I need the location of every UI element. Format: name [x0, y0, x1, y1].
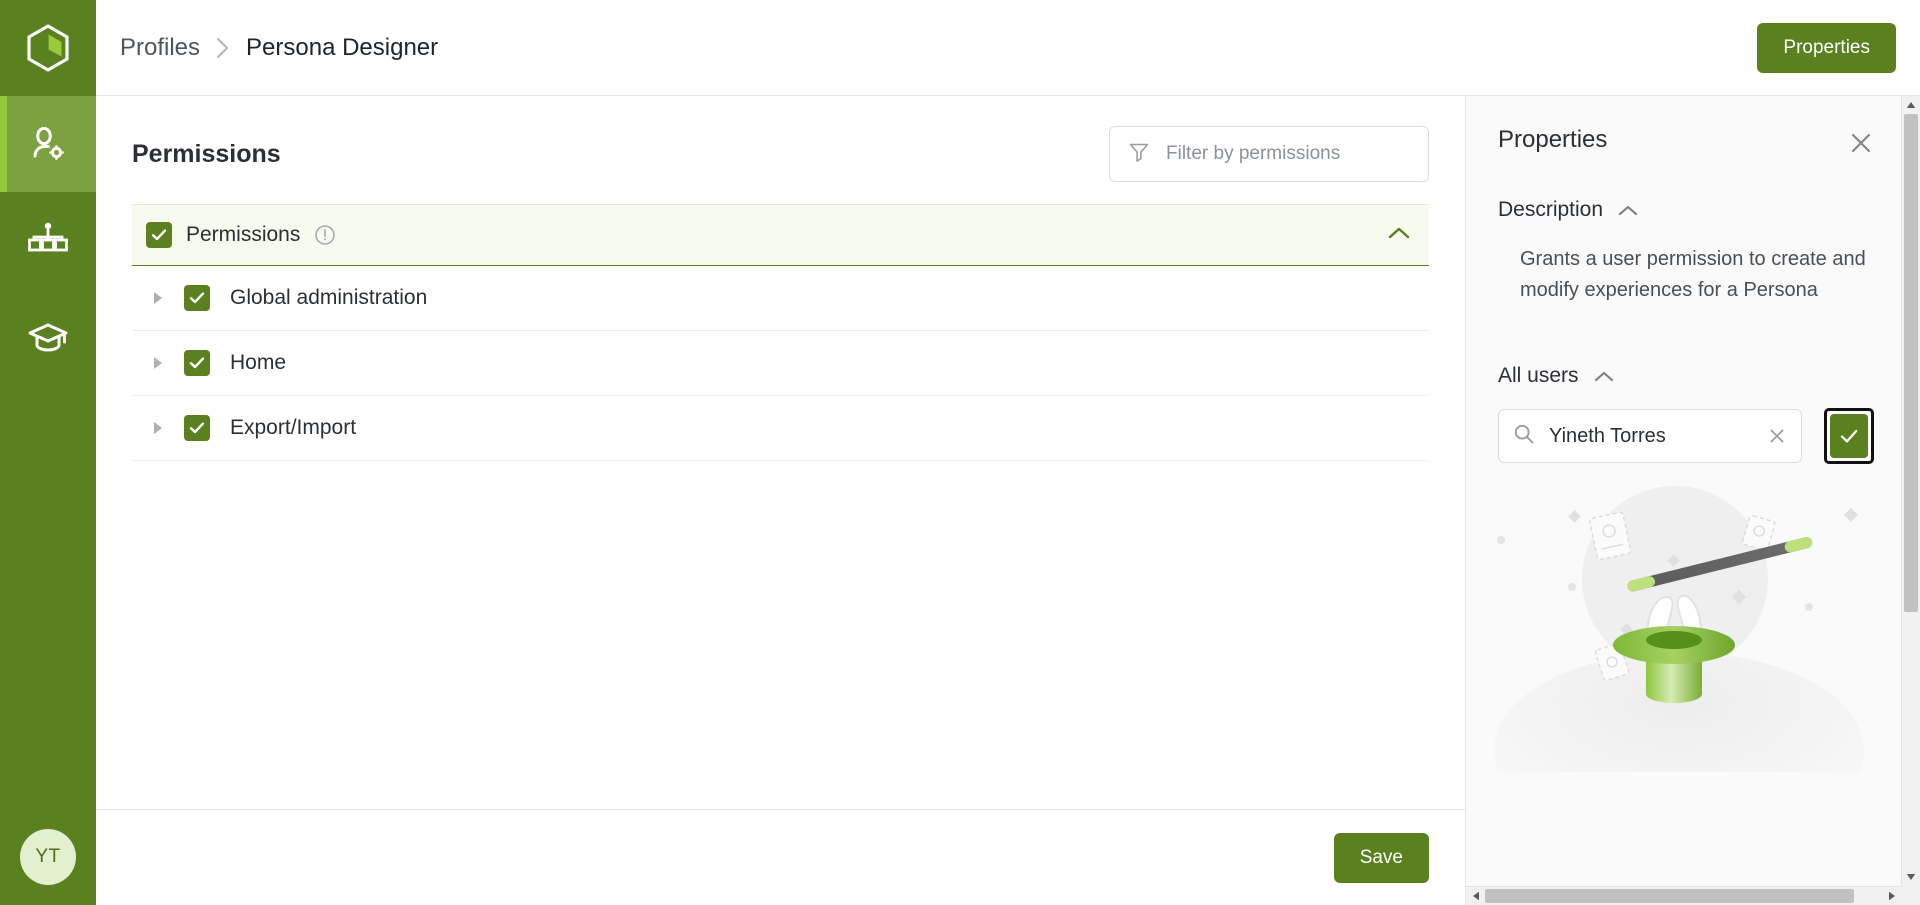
vertical-scroll-thumb[interactable]: [1904, 114, 1918, 612]
magic-hat-illustration: [1494, 482, 1894, 848]
close-icon[interactable]: [1848, 126, 1874, 156]
scroll-right-arrow-icon[interactable]: [1882, 891, 1901, 901]
properties-vertical-scrollbar[interactable]: [1901, 96, 1920, 886]
avatar[interactable]: YT: [20, 829, 76, 885]
properties-panel-title: Properties: [1498, 126, 1608, 153]
row-label: Global administration: [230, 286, 428, 309]
row-checkbox[interactable]: [184, 415, 210, 441]
chevron-up-icon[interactable]: [1593, 369, 1615, 383]
permissions-pane: Permissions Filter by permissions Permis…: [96, 96, 1465, 905]
all-users-section-header[interactable]: All users: [1498, 364, 1874, 388]
expand-caret-icon[interactable]: [154, 357, 162, 369]
hierarchy-icon: [28, 222, 68, 252]
search-icon: [1513, 423, 1535, 450]
breadcrumb-current: Persona Designer: [246, 33, 439, 61]
permissions-footer: Save: [96, 809, 1465, 905]
properties-panel: Properties Description Grants a user per…: [1465, 96, 1920, 905]
vertical-scroll-track[interactable]: [1902, 114, 1920, 868]
sidebar-item-learning[interactable]: [0, 288, 96, 384]
scroll-down-arrow-icon[interactable]: [1906, 868, 1916, 886]
permissions-group-row[interactable]: Permissions: [132, 204, 1429, 266]
permissions-tree: Permissions Global administration Home E…: [96, 204, 1465, 461]
filter-funnel-icon: [1128, 141, 1150, 168]
confirm-user-button[interactable]: [1823, 408, 1874, 464]
description-heading: Description: [1498, 198, 1604, 221]
breadcrumb: Profiles Persona Designer: [120, 34, 438, 62]
properties-button[interactable]: Properties: [1757, 22, 1896, 73]
exclamation-circle-icon[interactable]: [314, 224, 336, 246]
table-row[interactable]: Home: [132, 331, 1429, 396]
check-icon: [1829, 414, 1868, 458]
main-column: Profiles Persona Designer Properties Per…: [96, 0, 1920, 905]
horizontal-scroll-thumb[interactable]: [1485, 889, 1855, 903]
row-label: Export/Import: [230, 416, 357, 439]
all-users-heading: All users: [1498, 364, 1579, 387]
properties-header: Properties: [1498, 126, 1874, 156]
row-label: Home: [230, 351, 287, 374]
filter-permissions-input[interactable]: Filter by permissions: [1109, 126, 1429, 182]
expand-caret-icon[interactable]: [154, 422, 162, 434]
permissions-header: Permissions Filter by permissions: [96, 96, 1465, 204]
description-section-header[interactable]: Description: [1498, 198, 1874, 222]
scrollbar-corner: [1901, 886, 1920, 905]
group-checkbox[interactable]: [146, 222, 172, 248]
user-search-value: Yineth Torres: [1549, 424, 1666, 447]
graduation-cap-icon: [28, 323, 68, 352]
table-row[interactable]: Export/Import: [132, 396, 1429, 461]
chevron-right-icon: [216, 37, 230, 59]
app-root: YT Profiles Persona Designer Properties …: [0, 0, 1920, 905]
page-title: Permissions: [132, 139, 281, 168]
horizontal-scroll-track[interactable]: [1485, 887, 1882, 905]
scroll-up-arrow-icon[interactable]: [1906, 96, 1916, 114]
group-collapse-chevron-up-icon[interactable]: [1387, 225, 1411, 246]
group-label: Permissions: [186, 223, 301, 246]
expand-caret-icon[interactable]: [154, 292, 162, 304]
top-bar: Profiles Persona Designer Properties: [96, 0, 1920, 96]
description-text: Grants a user permission to create and m…: [1520, 248, 1866, 301]
permissions-row-list: Global administration Home Export/Import: [132, 266, 1429, 461]
filter-placeholder-text: Filter by permissions: [1166, 143, 1341, 164]
left-sidebar: YT: [0, 0, 96, 905]
table-row[interactable]: Global administration: [132, 266, 1429, 331]
content-area: Permissions Filter by permissions Permis…: [96, 96, 1920, 905]
all-users-section: All users Yineth Torres: [1494, 364, 1874, 848]
app-logo[interactable]: [0, 0, 96, 96]
row-checkbox[interactable]: [184, 350, 210, 376]
properties-scroll-area: Properties Description Grants a user per…: [1466, 96, 1920, 905]
app-logo-icon: [27, 24, 69, 72]
sidebar-item-org-structure[interactable]: [0, 192, 96, 288]
sidebar-avatar-cell: YT: [0, 809, 96, 905]
save-button[interactable]: Save: [1333, 832, 1429, 883]
user-search-row: Yineth Torres: [1498, 408, 1874, 464]
user-search-input[interactable]: Yineth Torres: [1498, 409, 1802, 463]
chevron-up-icon[interactable]: [1617, 203, 1639, 217]
row-checkbox[interactable]: [184, 285, 210, 311]
permissions-empty-space: [96, 461, 1465, 809]
user-settings-icon: [33, 126, 64, 160]
scroll-left-arrow-icon[interactable]: [1466, 891, 1485, 901]
clear-search-icon[interactable]: [1767, 426, 1787, 446]
sidebar-item-users-permissions[interactable]: [0, 96, 96, 192]
magic-hat-illustration-svg: [1494, 486, 1864, 848]
breadcrumb-parent[interactable]: Profiles: [120, 34, 200, 62]
properties-horizontal-scrollbar[interactable]: [1466, 886, 1901, 905]
